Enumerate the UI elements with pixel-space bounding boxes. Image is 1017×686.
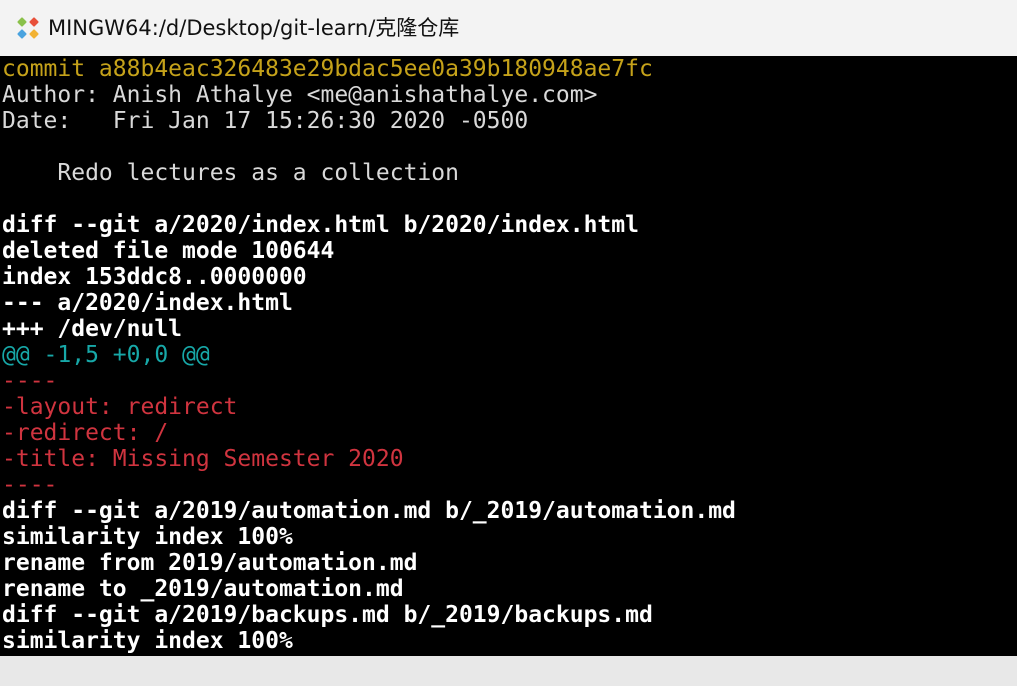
terminal-line: -title: Missing Semester 2020 xyxy=(2,446,404,472)
background-window-edge xyxy=(0,656,1017,686)
terminal-output[interactable]: commit a88b4eac326483e29bdac5ee0a39b1809… xyxy=(0,56,1017,656)
terminal-line: index 153ddc8..0000000 xyxy=(2,264,307,290)
terminal-line: deleted file mode 100644 xyxy=(2,238,335,264)
terminal-line: ---- xyxy=(2,368,58,394)
title-bar[interactable]: MINGW64:/d/Desktop/git-learn/克隆仓库 xyxy=(0,0,1017,56)
terminal-line: Redo lectures as a collection xyxy=(2,160,459,186)
terminal-line: diff --git a/2019/backups.md b/_2019/bac… xyxy=(2,602,653,628)
terminal-line: @@ -1,5 +0,0 @@ xyxy=(2,342,210,368)
terminal-line: Author: Anish Athalye <me@anishathalye.c… xyxy=(2,82,598,108)
terminal-line: similarity index 100% xyxy=(2,524,293,550)
terminal-line: rename from 2019/automation.md xyxy=(2,550,418,576)
git-bash-icon xyxy=(17,17,39,39)
terminal-line: --- a/2020/index.html xyxy=(2,290,293,316)
terminal-line: +++ /dev/null xyxy=(2,316,183,342)
terminal-line: rename to _2019/automation.md xyxy=(2,576,404,602)
terminal-line: commit a88b4eac326483e29bdac5ee0a39b1809… xyxy=(2,56,653,82)
terminal-line: diff --git a/2020/index.html b/2020/inde… xyxy=(2,212,639,238)
terminal-line: ---- xyxy=(2,472,58,498)
terminal-line: similarity index 100% xyxy=(2,628,293,654)
terminal-window: MINGW64:/d/Desktop/git-learn/克隆仓库 commit… xyxy=(0,0,1017,686)
terminal-line: diff --git a/2019/automation.md b/_2019/… xyxy=(2,498,736,524)
terminal-line: -layout: redirect xyxy=(2,394,238,420)
terminal-line: Date: Fri Jan 17 15:26:30 2020 -0500 xyxy=(2,108,529,134)
window-title: MINGW64:/d/Desktop/git-learn/克隆仓库 xyxy=(48,16,460,40)
terminal-line: -redirect: / xyxy=(2,420,169,446)
